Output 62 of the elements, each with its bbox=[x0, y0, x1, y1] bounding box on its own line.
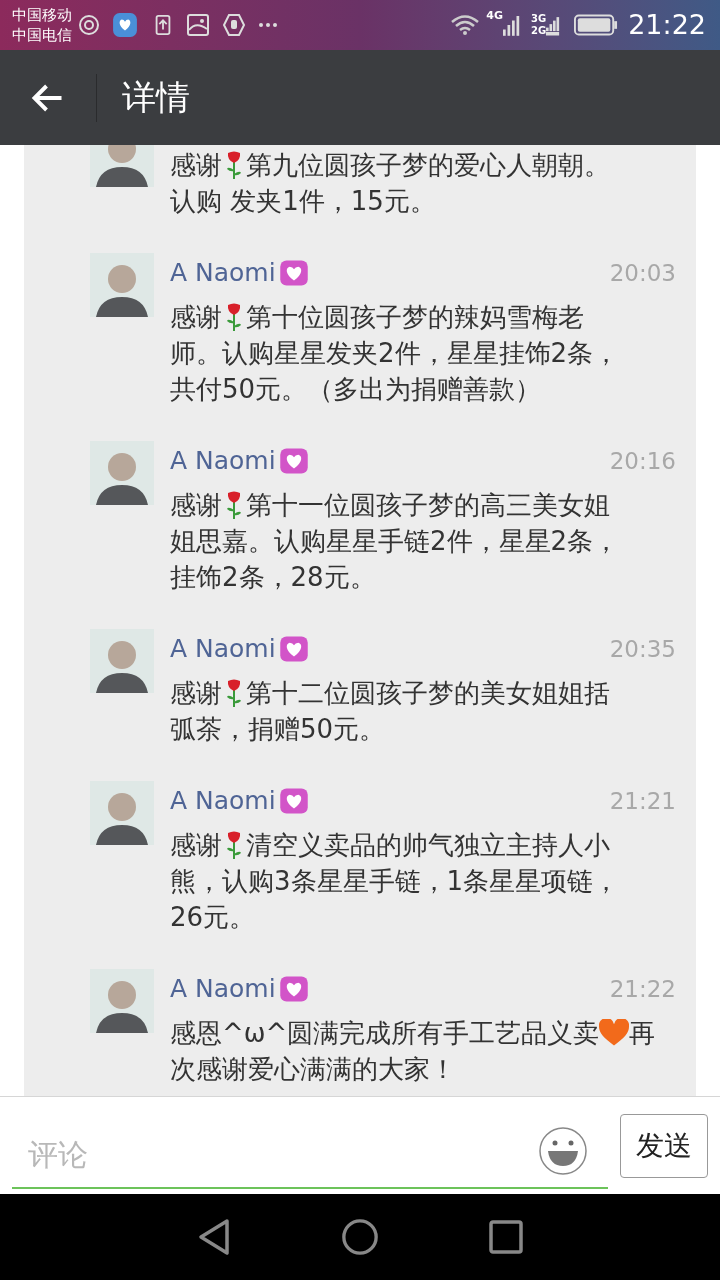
signal-icon bbox=[503, 13, 521, 37]
home-icon[interactable] bbox=[341, 1218, 379, 1256]
page-title: 详情 bbox=[122, 76, 190, 119]
comment-text: 共付50元。（多出为捐赠善款） bbox=[170, 373, 542, 406]
comment-input-field[interactable]: 评论 bbox=[28, 1132, 538, 1177]
rose-icon bbox=[224, 678, 244, 708]
comment-text: 第十位圆孩子梦的辣妈雪梅老 bbox=[246, 301, 584, 334]
send-button[interactable]: 发送 bbox=[620, 1113, 708, 1178]
user-name[interactable]: A Naomi bbox=[170, 254, 276, 292]
comment-text: 感恩^ω^圆满完成所有手工艺品义卖 bbox=[170, 1017, 600, 1050]
comment-text: 清空义卖品的帅气独立主持人小 bbox=[246, 829, 610, 862]
wifi-icon bbox=[450, 14, 481, 36]
comment-time: 21:22 bbox=[609, 974, 676, 1004]
network-label: 3G bbox=[531, 13, 547, 25]
comment-text: 姐思嘉。认购星星手链2件，星星2条， bbox=[170, 525, 620, 558]
carrier-name: 中国电信 bbox=[12, 25, 72, 45]
comment-time: 20:03 bbox=[609, 258, 676, 288]
rose-icon bbox=[224, 490, 244, 520]
heart-badge-icon bbox=[277, 258, 310, 288]
heart-badge-icon bbox=[277, 786, 310, 816]
more-icon bbox=[258, 22, 278, 28]
comment-time: 21:21 bbox=[609, 786, 676, 816]
comment-text: 师。认购星星发夹2件，星星挂饰2条， bbox=[170, 337, 620, 370]
comment-text: 弧茶，捐赠50元。 bbox=[170, 713, 386, 746]
heart-badge-icon bbox=[277, 634, 310, 664]
user-name[interactable]: A Naomi bbox=[170, 782, 276, 820]
comment-time: 20:35 bbox=[609, 634, 676, 664]
notification-icon bbox=[78, 13, 102, 37]
image-icon bbox=[186, 13, 210, 37]
emoji-icon[interactable] bbox=[538, 1125, 588, 1176]
back-icon[interactable] bbox=[197, 1218, 231, 1256]
user-name[interactable]: A Naomi bbox=[170, 442, 276, 480]
network-label: 2G bbox=[531, 25, 547, 37]
heart-badge-icon bbox=[277, 446, 310, 476]
comment-text: 熊，认购3条星星手链，1条星星项链， bbox=[170, 865, 620, 898]
heart-icon bbox=[599, 1019, 630, 1047]
carrier-name: 中国移动 bbox=[12, 5, 72, 25]
network-label: 4G bbox=[486, 8, 503, 24]
rose-icon bbox=[224, 150, 244, 180]
rose-icon bbox=[224, 302, 244, 332]
comment-text: 再 bbox=[629, 1017, 656, 1050]
comment-text: 感谢 bbox=[170, 677, 222, 710]
comment-text: 感谢 bbox=[170, 149, 222, 182]
user-name[interactable]: A Naomi bbox=[170, 630, 276, 668]
comment-text: 认购 发夹1件，15元。 bbox=[170, 185, 436, 218]
comment-text: 挂饰2条，28元。 bbox=[170, 561, 376, 594]
clock-time: 21:22 bbox=[628, 7, 706, 42]
battery-icon bbox=[574, 13, 619, 37]
comment-text: 第九位圆孩子梦的爱心人朝朝。 bbox=[246, 149, 610, 182]
comment-text: 感谢 bbox=[170, 301, 222, 334]
recent-apps-icon[interactable] bbox=[489, 1220, 523, 1254]
rose-icon bbox=[224, 830, 244, 860]
heart-badge-icon bbox=[277, 974, 310, 1004]
comment-text: 第十二位圆孩子梦的美女姐姐括 bbox=[246, 677, 610, 710]
comment-text: 第十一位圆孩子梦的高三美女姐 bbox=[246, 489, 610, 522]
comment-text: 感谢 bbox=[170, 829, 222, 862]
comment-text: 次感谢爱心满满的大家！ bbox=[170, 1053, 456, 1086]
comment-text: 26元。 bbox=[170, 901, 256, 934]
comment-text: 感谢 bbox=[170, 489, 222, 522]
health-app-icon bbox=[112, 12, 138, 38]
comment-time: 20:16 bbox=[609, 446, 676, 476]
user-name[interactable]: A Naomi bbox=[170, 970, 276, 1008]
